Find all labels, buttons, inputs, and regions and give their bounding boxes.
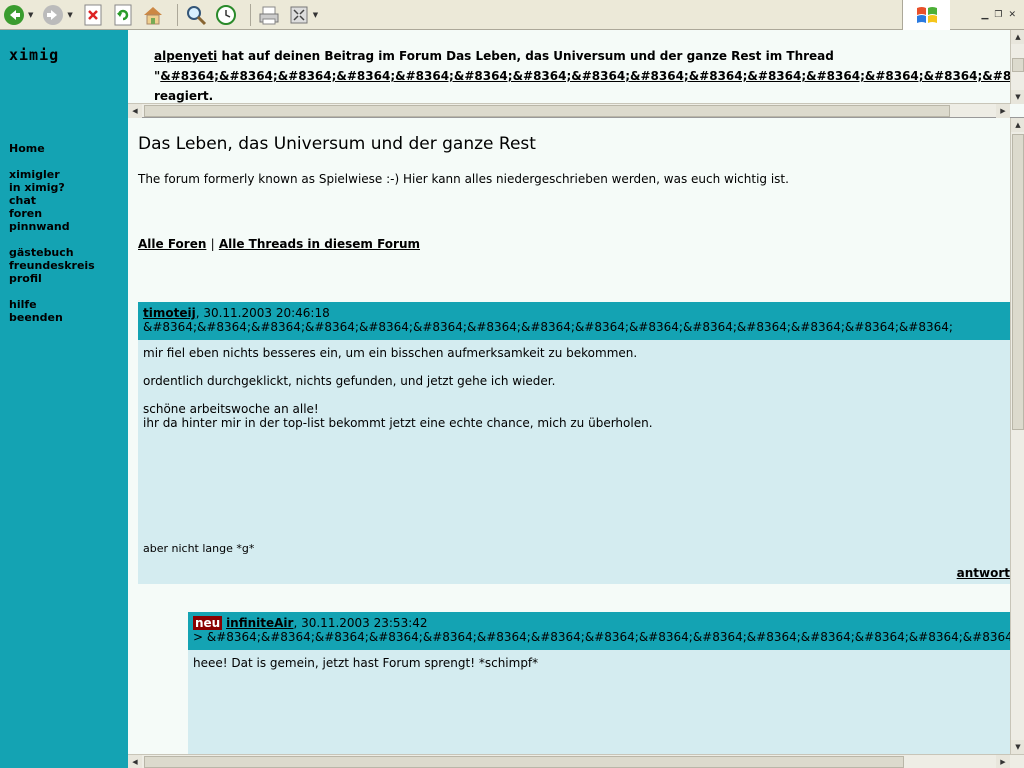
post-date: , 30.11.2003 20:46:18: [195, 306, 330, 320]
nav-group-2: gästebuch freundeskreis profil: [9, 246, 95, 285]
post-paragraph: ordentlich durchgeklickt, nichts gefunde…: [143, 374, 556, 388]
forum-post-reply: neu infiniteAir, 30.11.2003 23:53:42 > &…: [188, 612, 1010, 768]
post-header: timoteij, 30.11.2003 20:46:18 &#8364;&#8…: [138, 302, 1010, 340]
hscroll-thumb[interactable]: [144, 756, 904, 768]
nav-ximigler[interactable]: ximigler: [9, 168, 70, 181]
main-vscrollbar[interactable]: ▲ ▼: [1010, 118, 1024, 754]
forum-links: Alle Foren | Alle Threads in diesem Foru…: [138, 237, 420, 251]
print-icon[interactable]: [257, 3, 281, 27]
notification-hscrollbar[interactable]: ◀ ▶: [128, 103, 1010, 118]
history-icon[interactable]: [214, 3, 238, 27]
scroll-right-icon[interactable]: ▶: [996, 755, 1010, 768]
post-date: , 30.11.2003 23:53:42: [293, 616, 428, 630]
post-subject: > &#8364;&#8364;&#8364;&#8364;&#8364;&#8…: [193, 630, 1010, 644]
scroll-down-icon[interactable]: ▼: [1011, 90, 1024, 104]
main-frame: Das Leben, das Universum und der ganze R…: [128, 118, 1024, 768]
scroll-right-icon[interactable]: ▶: [996, 104, 1010, 118]
back-dropdown-icon[interactable]: ▼: [28, 11, 33, 19]
minimize-icon[interactable]: ▁: [981, 10, 988, 20]
toolbar-separator: [249, 3, 251, 26]
post-paragraph: ihr da hinter mir in der top-list bekomm…: [143, 416, 653, 430]
stop-icon[interactable]: [81, 3, 105, 27]
scroll-thumb[interactable]: [1012, 58, 1024, 72]
more-dropdown-icon[interactable]: ▼: [313, 11, 318, 19]
reply-link[interactable]: antwort: [957, 566, 1010, 580]
scroll-left-icon[interactable]: ◀: [128, 104, 142, 118]
close-icon[interactable]: ✕: [1008, 10, 1016, 20]
refresh-icon[interactable]: [111, 3, 135, 27]
home-icon[interactable]: [141, 3, 165, 27]
main-hscrollbar[interactable]: ◀ ▶: [128, 754, 1024, 768]
scroll-thumb[interactable]: [1012, 134, 1024, 430]
nav-profil[interactable]: profil: [9, 272, 95, 285]
forum-description: The forum formerly known as Spielwiese :…: [138, 172, 789, 186]
windows-logo: [902, 0, 950, 30]
forum-post: timoteij, 30.11.2003 20:46:18 &#8364;&#8…: [138, 302, 1010, 584]
nav-home-group: Home: [9, 142, 45, 155]
nav-gaestebuch[interactable]: gästebuch: [9, 246, 95, 259]
notification-user-link[interactable]: alpenyeti: [154, 49, 217, 63]
all-forums-link[interactable]: Alle Foren: [138, 237, 206, 251]
post-paragraph: schöne arbeitswoche an alle!: [143, 402, 319, 416]
forward-dropdown-icon[interactable]: ▼: [67, 11, 72, 19]
post-footer: aber nicht lange *g*: [143, 542, 255, 555]
post-body: mir fiel eben nichts besseres ein, um ei…: [138, 340, 1010, 436]
restore-icon[interactable]: ❐: [994, 10, 1002, 20]
post-author-link[interactable]: timoteij: [143, 306, 196, 320]
notification-text: alpenyeti hat auf deinen Beitrag im Foru…: [154, 46, 1010, 106]
search-icon[interactable]: [184, 3, 208, 27]
nav-group-1: ximigler in ximig? chat foren pinnwand: [9, 168, 70, 233]
back-icon[interactable]: [2, 3, 26, 27]
scroll-up-icon[interactable]: ▲: [1011, 118, 1024, 132]
post-paragraph: mir fiel eben nichts besseres ein, um ei…: [143, 346, 638, 360]
post-paragraph: heee! Dat is gemein, jetzt hast Forum sp…: [193, 656, 539, 670]
site-logo[interactable]: ximig: [9, 46, 59, 64]
nav-group-3: hilfe beenden: [9, 298, 63, 324]
window-controls: ▁ ❐ ✕: [978, 0, 1024, 30]
left-sidebar: ximig Home ximigler in ximig? chat foren…: [0, 30, 128, 768]
scroll-left-icon[interactable]: ◀: [128, 755, 142, 768]
fullscreen-icon[interactable]: [287, 3, 311, 27]
nav-beenden[interactable]: beenden: [9, 311, 63, 324]
scroll-down-icon[interactable]: ▼: [1011, 740, 1024, 754]
post-author-link[interactable]: infiniteAir: [226, 616, 293, 630]
notification-frame: alpenyeti hat auf deinen Beitrag im Foru…: [128, 30, 1024, 118]
page-title: Das Leben, das Universum und der ganze R…: [138, 134, 536, 154]
notification-thread-link[interactable]: &#8364;&#8364;&#8364;&#8364;&#8364;&#836…: [160, 69, 1010, 83]
browser-toolbar: ▼ ▼ ▼ ▁ ❐ ✕: [0, 0, 1024, 30]
nav-pinnwand[interactable]: pinnwand: [9, 220, 70, 233]
toolbar-separator: [176, 3, 178, 26]
nav-foren[interactable]: foren: [9, 207, 70, 220]
scroll-up-icon[interactable]: ▲: [1011, 30, 1024, 44]
nav-hilfe[interactable]: hilfe: [9, 298, 63, 311]
post-header: neu infiniteAir, 30.11.2003 23:53:42 > &…: [188, 612, 1010, 650]
notification-vscrollbar[interactable]: ▲ ▼: [1010, 30, 1024, 104]
nav-chat[interactable]: chat: [9, 194, 70, 207]
hscroll-thumb[interactable]: [144, 105, 950, 117]
all-threads-link[interactable]: Alle Threads in diesem Forum: [219, 237, 420, 251]
nav-in-ximig[interactable]: in ximig?: [9, 181, 70, 194]
nav-freundeskreis[interactable]: freundeskreis: [9, 259, 95, 272]
forward-icon[interactable]: [41, 3, 65, 27]
post-body: heee! Dat is gemein, jetzt hast Forum sp…: [188, 650, 1010, 690]
nav-home[interactable]: Home: [9, 142, 45, 155]
notification-message: hat auf deinen Beitrag im Forum Das Lebe…: [217, 49, 834, 63]
link-separator: |: [210, 237, 215, 251]
new-badge: neu: [193, 616, 223, 630]
post-subject: &#8364;&#8364;&#8364;&#8364;&#8364;&#836…: [143, 320, 953, 334]
